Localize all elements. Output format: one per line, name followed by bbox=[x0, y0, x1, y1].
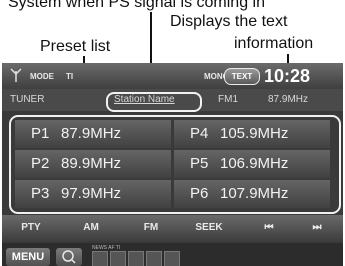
preset-frequency: 97.9MHz bbox=[61, 185, 122, 202]
ti-indicator: TI bbox=[66, 72, 74, 81]
indicator-tile bbox=[110, 251, 126, 266]
text-button[interactable]: TEXT bbox=[224, 68, 260, 85]
menu-button[interactable]: MENU bbox=[6, 248, 50, 266]
mode-button[interactable]: MODE bbox=[30, 72, 54, 81]
clock: 10:28 bbox=[264, 66, 311, 86]
annotation-ps-signal: System when PS signal is coming in bbox=[8, 0, 265, 11]
annotation-preset-list: Preset list bbox=[40, 38, 111, 55]
skip-next-icon[interactable]: ⏭ bbox=[292, 215, 342, 241]
bottom-bar: MENU NEWS AF TI bbox=[2, 243, 343, 266]
station-name-highlight bbox=[106, 92, 202, 112]
seek-button[interactable]: SEEK bbox=[184, 215, 234, 241]
preset-button-4[interactable]: P4 105.9MHz bbox=[174, 120, 330, 148]
preset-label: P4 bbox=[190, 125, 209, 142]
preset-label: P1 bbox=[31, 125, 50, 142]
indicator-tile bbox=[128, 251, 144, 266]
tuner-screen: MODE TI MONO TEXT 10:28 TUNER Station Na… bbox=[2, 63, 343, 266]
pty-button[interactable]: PTY bbox=[6, 215, 56, 241]
preset-frequency: 105.9MHz bbox=[220, 125, 289, 142]
status-bar: MODE TI MONO TEXT 10:28 bbox=[2, 63, 343, 89]
source-label: TUNER bbox=[10, 94, 45, 105]
preset-label: P2 bbox=[31, 155, 50, 172]
search-button[interactable] bbox=[56, 248, 82, 266]
indicator-tile bbox=[92, 251, 108, 266]
preset-label: P3 bbox=[31, 185, 50, 202]
am-button[interactable]: AM bbox=[66, 215, 116, 241]
preset-label: P5 bbox=[190, 155, 209, 172]
frequency-label: 87.9MHz bbox=[268, 94, 309, 105]
preset-frequency: 87.9MHz bbox=[61, 125, 122, 142]
preset-button-1[interactable]: P1 87.9MHz bbox=[15, 120, 171, 148]
preset-button-5[interactable]: P5 106.9MHz bbox=[174, 150, 330, 178]
preset-frequency: 107.9MHz bbox=[220, 185, 289, 202]
annotation-text-info-line2: information bbox=[234, 35, 314, 52]
preset-label: P6 bbox=[190, 185, 209, 202]
antenna-icon bbox=[10, 68, 22, 82]
preset-frequency: 106.9MHz bbox=[220, 155, 289, 172]
search-icon bbox=[62, 250, 76, 264]
control-bar: PTY AM FM SEEK ⏮ ⏭ bbox=[2, 215, 343, 241]
band-label: FM1 bbox=[218, 94, 238, 105]
skip-previous-icon[interactable]: ⏮ bbox=[244, 215, 294, 241]
indicator-tile bbox=[164, 251, 180, 266]
preset-frequency: 89.9MHz bbox=[61, 155, 122, 172]
preset-button-3[interactable]: P3 97.9MHz bbox=[15, 180, 171, 208]
preset-button-6[interactable]: P6 107.9MHz bbox=[174, 180, 330, 208]
fm-button[interactable]: FM bbox=[126, 215, 176, 241]
indicator-tile bbox=[146, 251, 162, 266]
annotation-text-info-line1: Displays the text bbox=[170, 13, 288, 30]
preset-button-2[interactable]: P2 89.9MHz bbox=[15, 150, 171, 178]
